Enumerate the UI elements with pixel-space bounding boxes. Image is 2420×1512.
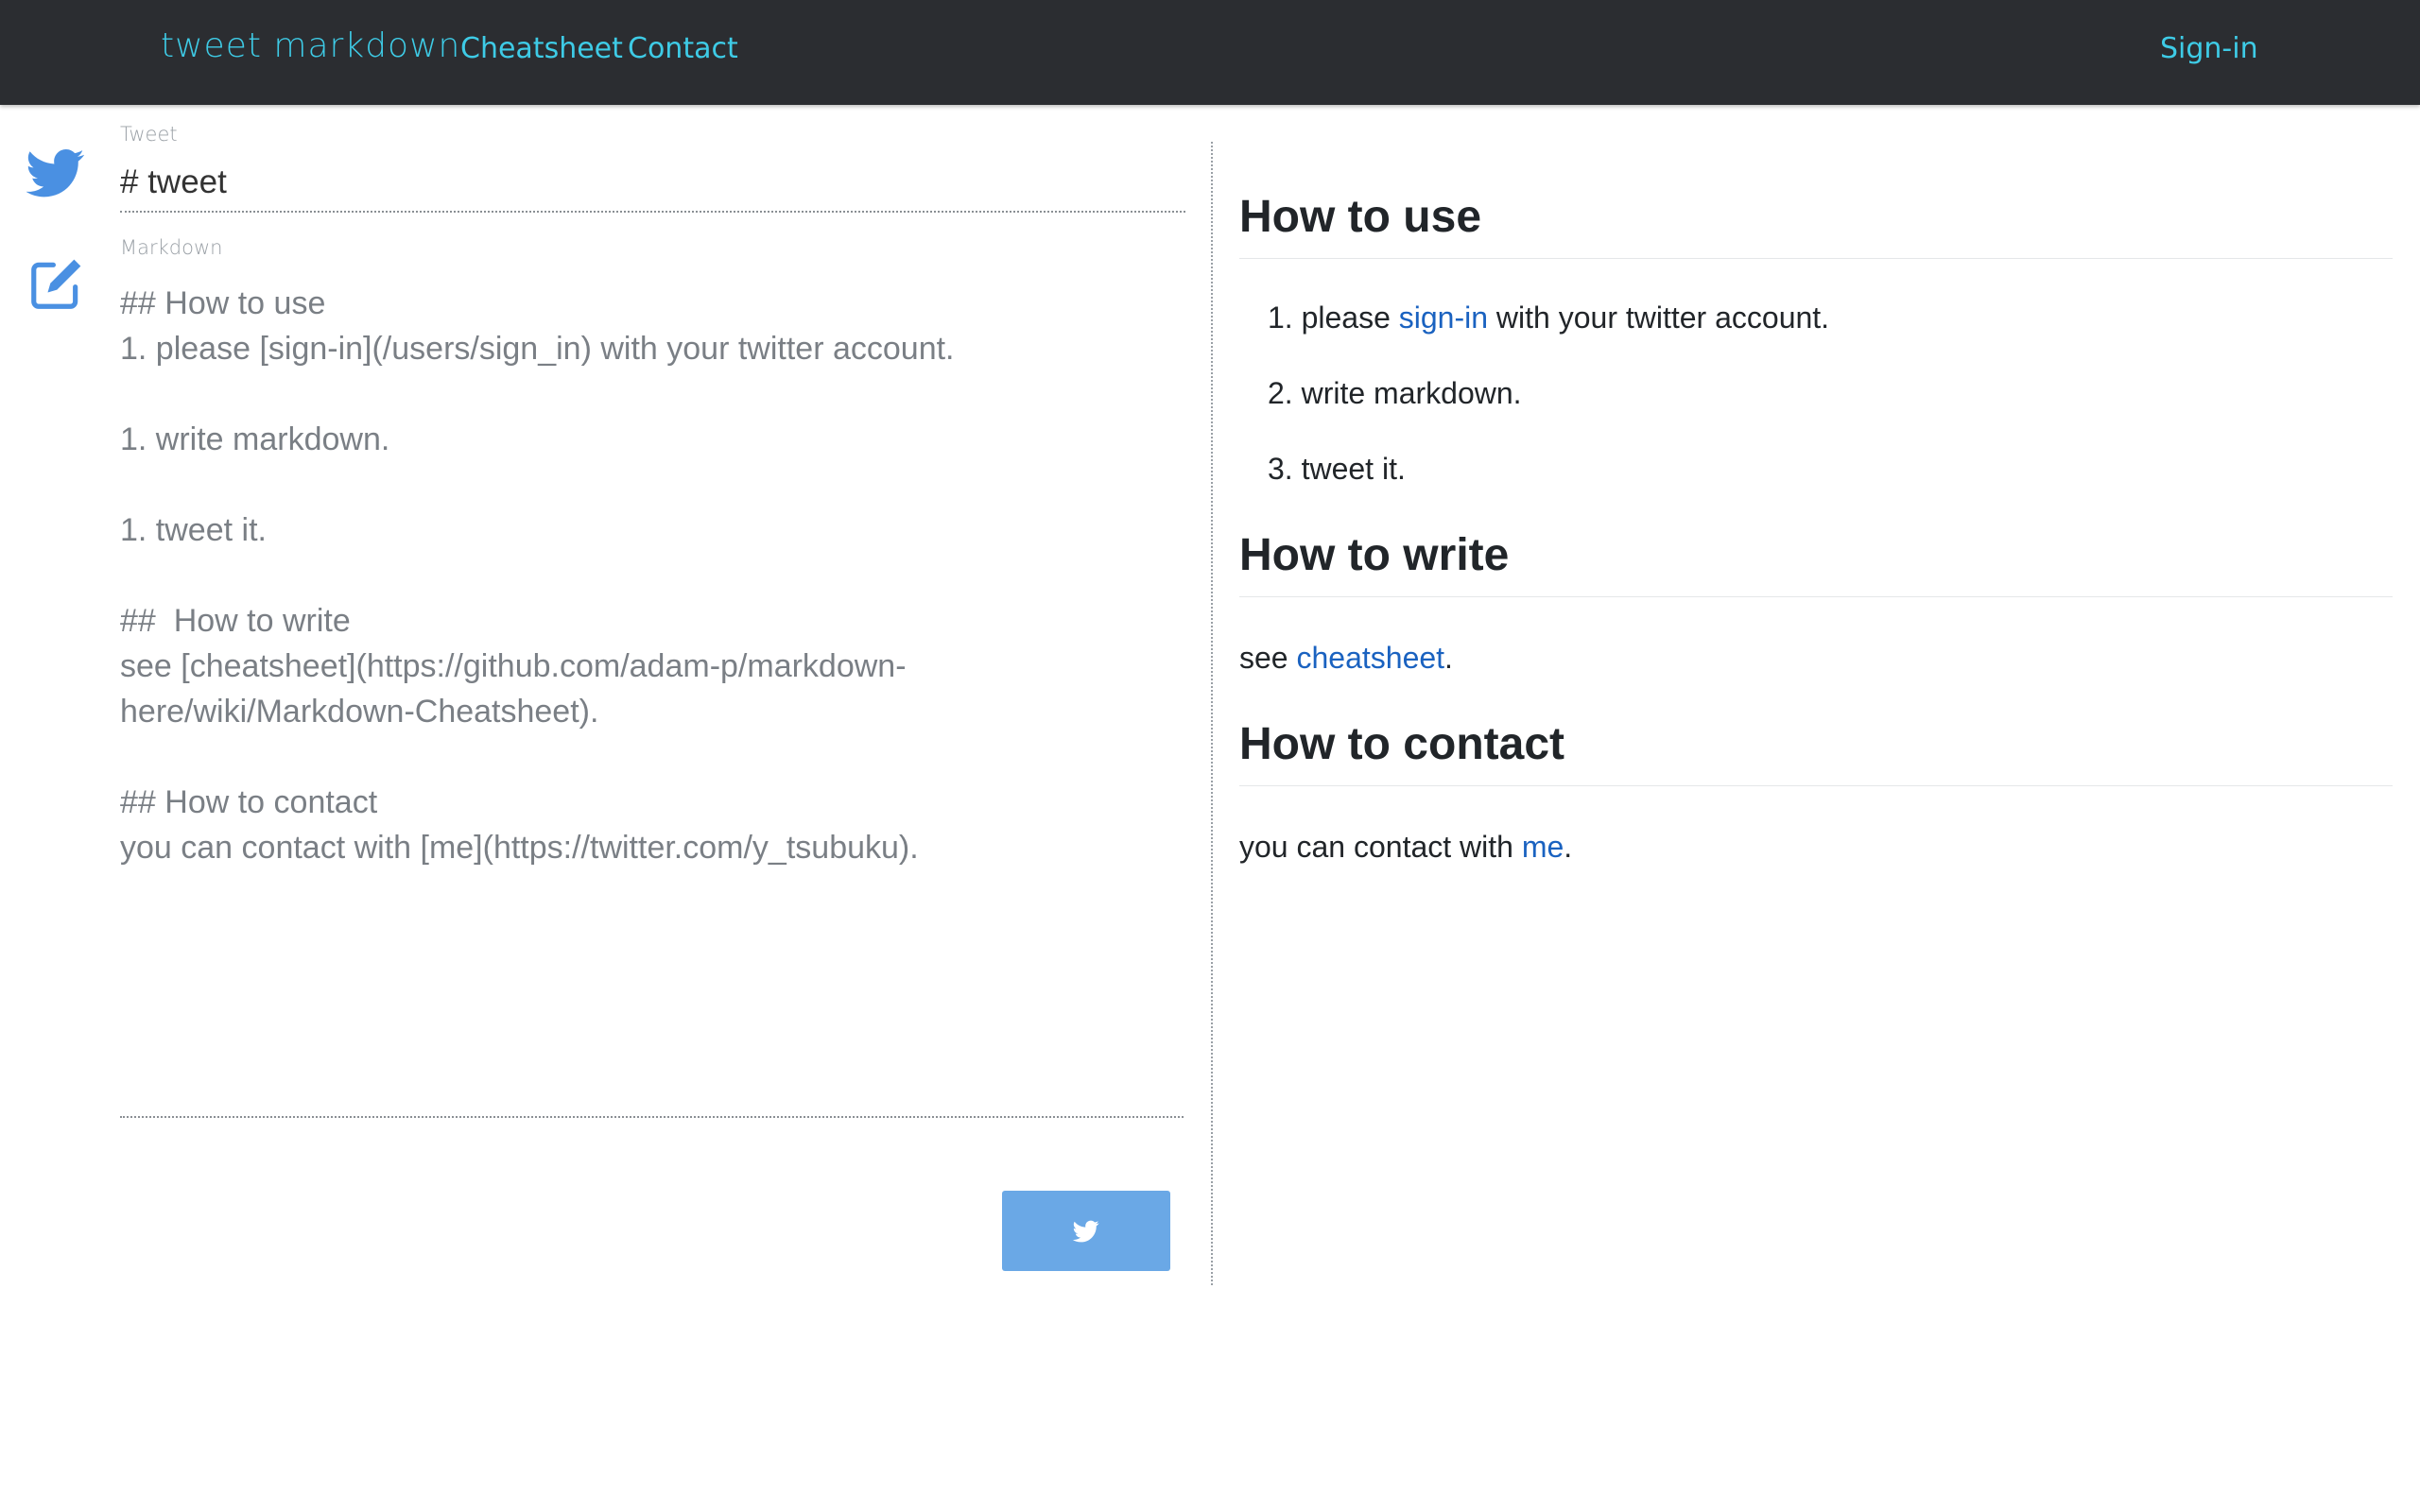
markdown-preview: How to use 1. please sign-in with your t… bbox=[1239, 142, 2393, 869]
edit-icon bbox=[31, 259, 81, 309]
list-item: 1. please sign-in with your twitter acco… bbox=[1268, 301, 1830, 335]
preview-paragraph-contact: you can contact with me. bbox=[1239, 830, 1573, 864]
preview-ordered-list: 1. please sign-in with your twitter acco… bbox=[1239, 295, 2393, 491]
tweet-button[interactable] bbox=[1002, 1191, 1170, 1271]
preview-heading-how-to-contact: How to contact bbox=[1239, 718, 2393, 786]
nav-link-cheatsheet[interactable]: Cheatsheet bbox=[460, 32, 623, 65]
tweet-input[interactable] bbox=[120, 154, 1185, 213]
nav-link-contact[interactable]: Contact bbox=[628, 32, 738, 65]
sign-in-link[interactable]: sign-in bbox=[1399, 301, 1488, 335]
top-navbar: tweet markdown Cheatsheet Contact Sign-i… bbox=[0, 0, 2420, 105]
markdown-field-label: Markdown bbox=[120, 236, 223, 259]
nav-link-sign-in[interactable]: Sign-in bbox=[2160, 32, 2258, 65]
brand-logo-link[interactable]: tweet markdown bbox=[161, 26, 460, 65]
markdown-textarea[interactable]: ## How to use 1. please [sign-in](/users… bbox=[120, 281, 1184, 1118]
list-item: 2. write markdown. bbox=[1268, 376, 1522, 410]
list-item: 3. tweet it. bbox=[1268, 452, 1406, 486]
preview-heading-how-to-write: How to write bbox=[1239, 529, 2393, 597]
column-divider bbox=[1211, 142, 1213, 1285]
me-link[interactable]: me bbox=[1522, 830, 1564, 864]
twitter-bird-icon bbox=[26, 148, 84, 198]
tweet-field-label: Tweet bbox=[120, 123, 178, 146]
preview-paragraph-write: see cheatsheet. bbox=[1239, 641, 1453, 675]
preview-heading-how-to-use: How to use bbox=[1239, 191, 2393, 259]
cheatsheet-link[interactable]: cheatsheet bbox=[1296, 641, 1444, 675]
twitter-bird-icon bbox=[1072, 1220, 1099, 1242]
